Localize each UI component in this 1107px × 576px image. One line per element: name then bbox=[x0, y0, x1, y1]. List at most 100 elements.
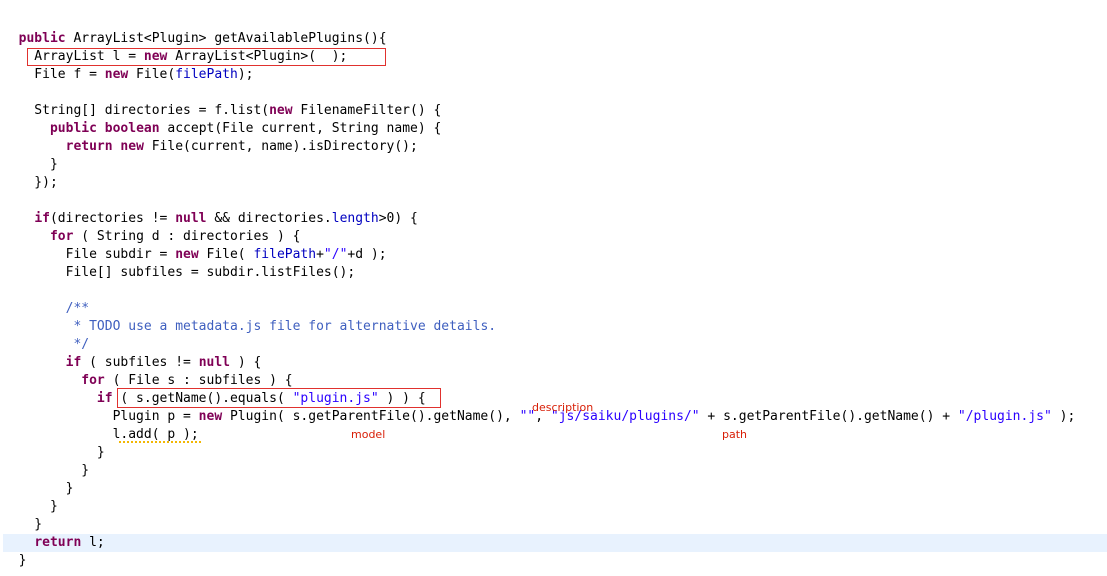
code-token: File( bbox=[128, 67, 176, 82]
code-token: if bbox=[96, 391, 113, 406]
code-token: File(current, name).isDirectory(); bbox=[143, 139, 418, 154]
code-line[interactable]: File f = new File(filePath); bbox=[3, 66, 1107, 84]
code-token: } bbox=[3, 445, 105, 460]
code-token: null bbox=[175, 211, 207, 226]
code-line[interactable]: return l; bbox=[3, 534, 1107, 552]
code-line[interactable]: return new File(current, name).isDirecto… bbox=[3, 138, 1107, 156]
code-line[interactable] bbox=[3, 282, 1107, 300]
annotation-description: description bbox=[532, 401, 594, 414]
code-token: } bbox=[3, 553, 27, 568]
code-token: Plugin p = bbox=[3, 409, 199, 424]
code-token: Plugin( s.getParentFile().getName(), bbox=[222, 409, 520, 424]
warning-squiggle bbox=[119, 441, 203, 443]
code-token: String[] directories = f.list( bbox=[3, 103, 270, 118]
highlight-box-arraylist bbox=[27, 48, 386, 66]
code-editor[interactable]: public ArrayList<Plugin> getAvailablePlu… bbox=[0, 0, 1107, 576]
code-line[interactable]: } bbox=[3, 516, 1107, 534]
code-line[interactable]: public ArrayList<Plugin> getAvailablePlu… bbox=[3, 30, 1107, 48]
code-line[interactable]: if ( subfiles != null ) { bbox=[3, 354, 1107, 372]
code-line[interactable] bbox=[3, 192, 1107, 210]
code-line[interactable]: for ( String d : directories ) { bbox=[3, 228, 1107, 246]
code-token: return bbox=[34, 535, 82, 550]
code-token: ArrayList<Plugin> getAvailablePlugins(){ bbox=[65, 31, 387, 46]
code-token: } bbox=[3, 463, 90, 478]
code-token: new bbox=[198, 409, 223, 424]
code-token: accept(File current, String name) { bbox=[159, 121, 442, 136]
code-token: ); bbox=[237, 67, 254, 82]
code-token: ( String d : directories ) { bbox=[73, 229, 301, 244]
code-token: new bbox=[175, 247, 199, 262]
code-token: /** bbox=[65, 301, 90, 316]
code-line[interactable]: } bbox=[3, 444, 1107, 462]
code-token: ( File s : subfiles ) { bbox=[104, 373, 293, 388]
code-line[interactable]: } bbox=[3, 552, 1107, 570]
code-line[interactable]: } bbox=[3, 156, 1107, 174]
code-token: ) { bbox=[230, 355, 262, 370]
code-line[interactable]: }); bbox=[3, 174, 1107, 192]
highlight-box-plugin-js-check bbox=[117, 388, 441, 408]
code-token: l; bbox=[81, 535, 105, 550]
code-line[interactable]: } bbox=[3, 498, 1107, 516]
code-line[interactable]: String[] directories = f.list(new Filena… bbox=[3, 102, 1107, 120]
code-token: return bbox=[65, 139, 113, 154]
code-token: * TODO use a metadata.js file for altern… bbox=[73, 319, 497, 334]
code-token: public bbox=[49, 121, 97, 136]
code-line[interactable]: */ bbox=[3, 336, 1107, 354]
code-token: if bbox=[65, 355, 82, 370]
code-token: } bbox=[3, 481, 74, 496]
annotation-path: path bbox=[722, 428, 748, 441]
code-token: length bbox=[331, 211, 379, 226]
code-line[interactable] bbox=[3, 84, 1107, 102]
code-token: filePath bbox=[175, 67, 238, 82]
code-token: filePath bbox=[253, 247, 317, 262]
code-token: */ bbox=[73, 337, 90, 352]
code-line[interactable]: } bbox=[3, 480, 1107, 498]
code-token: for bbox=[49, 229, 74, 244]
code-line[interactable]: if(directories != null && directories.le… bbox=[3, 210, 1107, 228]
code-token: } bbox=[3, 499, 58, 514]
code-token: File( bbox=[198, 247, 254, 262]
code-token: "/plugin.js" bbox=[957, 409, 1052, 424]
code-token: File f = bbox=[3, 67, 105, 82]
code-token: public bbox=[18, 31, 66, 46]
code-token: File[] subfiles = subdir.listFiles(); bbox=[3, 265, 356, 280]
code-line[interactable]: /** bbox=[3, 300, 1107, 318]
code-token: FilenameFilter() { bbox=[292, 103, 442, 118]
code-token: + s.getParentFile().getName() + bbox=[699, 409, 958, 424]
code-line[interactable]: File[] subfiles = subdir.listFiles(); bbox=[3, 264, 1107, 282]
code-token: } bbox=[3, 517, 43, 532]
code-token: l.add( p ); bbox=[3, 427, 199, 442]
code-token: if bbox=[34, 211, 50, 226]
code-token: null bbox=[198, 355, 230, 370]
code-token: "/" bbox=[323, 247, 348, 262]
code-token: >0) { bbox=[378, 211, 418, 226]
code-token: }); bbox=[3, 175, 58, 190]
code-line[interactable]: * TODO use a metadata.js file for altern… bbox=[3, 318, 1107, 336]
code-token: new bbox=[269, 103, 293, 118]
code-token: + bbox=[316, 247, 324, 262]
code-line[interactable]: File subdir = new File( filePath+"/"+d )… bbox=[3, 246, 1107, 264]
code-token: && directories. bbox=[206, 211, 332, 226]
code-token: ); bbox=[1051, 409, 1076, 424]
code-line[interactable]: public boolean accept(File current, Stri… bbox=[3, 120, 1107, 138]
code-token: new bbox=[104, 67, 129, 82]
code-token: ( subfiles != bbox=[81, 355, 199, 370]
annotation-model: model bbox=[351, 428, 386, 441]
code-token: (directories != bbox=[49, 211, 176, 226]
code-token: +d ); bbox=[347, 247, 387, 262]
code-line[interactable]: } bbox=[3, 462, 1107, 480]
code-token: new bbox=[120, 139, 144, 154]
code-token: for bbox=[81, 373, 105, 388]
